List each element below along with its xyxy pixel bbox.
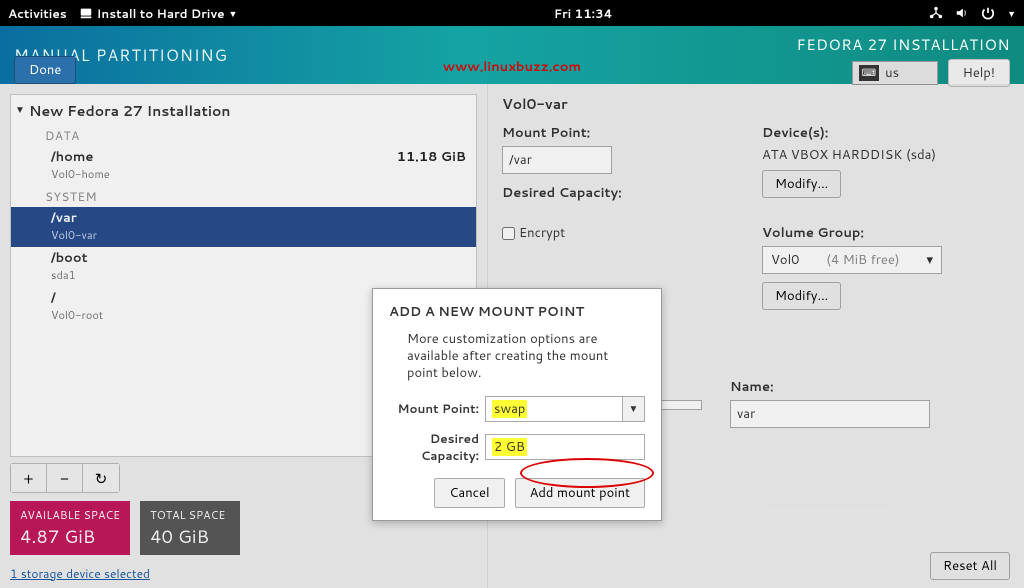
section-system: SYSTEM — [11, 186, 476, 207]
partition-row-boot[interactable]: /boot sda1 — [11, 247, 476, 287]
dialog-capacity-label: Desired Capacity: — [389, 430, 485, 464]
modify-vg-button[interactable]: Modify... — [762, 282, 841, 310]
partition-toolbar: + − ↻ — [10, 463, 120, 493]
encrypt-checkbox-input[interactable] — [502, 227, 515, 240]
chevron-down-icon[interactable]: ▼ — [623, 396, 645, 422]
network-icon[interactable] — [929, 6, 943, 20]
devices-value: ATA VBOX HARDDISK (sda) — [762, 146, 1010, 164]
available-space-label: AVAILABLE SPACE — [20, 507, 120, 523]
volume-group-label: Volume Group: — [762, 224, 1010, 242]
gnome-top-panel: Activities Install to Hard Drive ▼ Fri 1… — [0, 0, 1024, 26]
activities-button[interactable]: Activities — [8, 5, 67, 22]
dialog-mount-point-combo[interactable]: swap ▼ — [485, 396, 645, 422]
chevron-down-icon: ▾ — [926, 251, 933, 269]
dialog-title: ADD A NEW MOUNT POINT — [389, 303, 645, 321]
encrypt-checkbox[interactable]: Encrypt — [502, 224, 742, 242]
volume-group-free: (4 MiB free) — [826, 251, 899, 269]
total-space-box: TOTAL SPACE 40 GiB — [140, 501, 240, 555]
dialog-mount-point-label: Mount Point: — [389, 400, 485, 417]
available-space-value: 4.87 GiB — [20, 523, 120, 549]
available-space-box: AVAILABLE SPACE 4.87 GiB — [10, 501, 130, 555]
partition-mountpoint: /home — [51, 148, 110, 166]
drive-icon — [79, 6, 93, 20]
chevron-down-icon: ▼ — [1007, 7, 1016, 20]
partition-size: 11.18 GiB — [397, 148, 466, 182]
power-icon[interactable] — [981, 6, 995, 20]
add-mount-point-button[interactable]: Add mount point — [515, 478, 645, 508]
name-field[interactable]: var — [730, 400, 930, 428]
add-mount-point-dialog: ADD A NEW MOUNT POINT More customization… — [372, 288, 662, 521]
partition-mountpoint: /var — [51, 209, 97, 227]
done-button[interactable]: Done — [14, 56, 76, 84]
remove-partition-button[interactable]: − — [47, 464, 83, 492]
volume-icon[interactable] — [955, 6, 969, 20]
detail-title: Vol0-var — [502, 94, 1010, 114]
partition-mountpoint: /boot — [51, 249, 88, 267]
chevron-down-icon: ▼ — [229, 7, 238, 20]
volume-group-selector[interactable]: Vol0 (4 MiB free) ▾ — [762, 246, 942, 274]
total-space-value: 40 GiB — [150, 523, 230, 549]
keyboard-layout-label: us — [885, 64, 899, 82]
app-menu-label: Install to Hard Drive — [97, 5, 225, 22]
desired-capacity-label: Desired Capacity: — [502, 184, 742, 202]
partition-row-var[interactable]: /var Vol0-var — [11, 207, 476, 247]
partition-device: Vol0-root — [51, 307, 103, 323]
install-tree-title[interactable]: ▼ New Fedora 27 Installation — [11, 95, 476, 125]
product-title: FEDORA 27 INSTALLATION — [797, 34, 1010, 55]
add-partition-button[interactable]: + — [11, 464, 47, 492]
app-menu[interactable]: Install to Hard Drive ▼ — [79, 5, 238, 22]
reset-all-button[interactable]: Reset All — [930, 552, 1010, 580]
chevron-down-icon: ▼ — [15, 103, 25, 117]
devices-label: Device(s): — [762, 124, 1010, 142]
dialog-mount-point-value[interactable]: swap — [485, 396, 623, 422]
partition-device: Vol0-var — [51, 227, 97, 243]
install-title-label: New Fedora 27 Installation — [29, 101, 230, 121]
name-field-label: Name: — [730, 378, 930, 396]
keyboard-icon: ⌨ — [859, 65, 879, 81]
refresh-button[interactable]: ↻ — [83, 464, 119, 492]
encrypt-label: Encrypt — [519, 224, 565, 242]
section-data: DATA — [11, 125, 476, 146]
mount-point-label: Mount Point: — [502, 124, 742, 142]
partition-mountpoint: / — [51, 289, 103, 307]
storage-devices-link[interactable]: 1 storage device selected — [10, 565, 477, 582]
modify-devices-button[interactable]: Modify... — [762, 170, 841, 198]
clock[interactable]: Fri 11:34 — [237, 5, 929, 22]
help-button[interactable]: Help! — [948, 59, 1010, 87]
site-url: www.linuxbuzz.com — [443, 58, 581, 76]
total-space-label: TOTAL SPACE — [150, 507, 230, 523]
cancel-button[interactable]: Cancel — [434, 478, 504, 508]
activities-label: Activities — [8, 5, 67, 22]
partition-device: Vol0-home — [51, 166, 110, 182]
installer-header: MANUAL PARTITIONING Done www.linuxbuzz.c… — [0, 26, 1024, 84]
dialog-description: More customization options are available… — [407, 331, 635, 382]
volume-group-name: Vol0 — [771, 251, 799, 269]
mount-point-field[interactable]: /var — [502, 146, 612, 174]
partition-device: sda1 — [51, 267, 88, 283]
keyboard-layout-selector[interactable]: ⌨ us — [852, 61, 938, 85]
dialog-capacity-field[interactable]: 2 GB — [485, 434, 645, 460]
partition-row-home[interactable]: /home Vol0-home 11.18 GiB — [11, 146, 476, 186]
